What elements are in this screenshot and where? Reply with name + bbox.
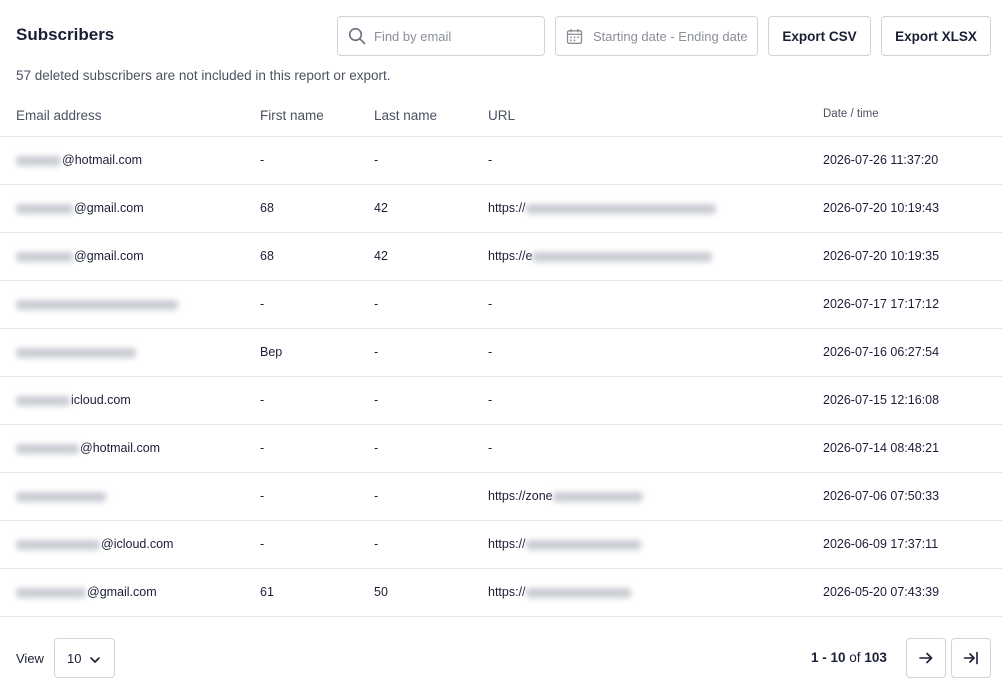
- first-name-cell: -: [260, 153, 265, 167]
- table-row[interactable]: @gmail.com 61 50 https:// 2026-05-20 07:…: [0, 569, 1002, 617]
- url-cell: https://zone: [488, 489, 644, 503]
- table-row[interactable]: @gmail.com 68 42 https:// 2026-07-20 10:…: [0, 185, 1002, 233]
- datetime-cell: 2026-07-26 11:37:20: [823, 153, 939, 167]
- email-cell: @gmail.com: [16, 201, 144, 215]
- first-name-cell: 68: [260, 201, 274, 215]
- last-name-cell: 42: [374, 249, 388, 263]
- table-row[interactable]: @hotmail.com - - - 2026-07-14 08:48:21: [0, 425, 1002, 473]
- first-name-cell: -: [260, 297, 265, 311]
- url-cell: https://: [488, 201, 717, 215]
- datetime-cell: 2026-07-14 08:48:21: [823, 441, 940, 455]
- column-header-datetime[interactable]: Date / time: [823, 108, 879, 120]
- page-header: Subscribers Starting date - Ending date …: [0, 0, 1002, 70]
- email-cell: @gmail.com: [16, 585, 157, 599]
- last-name-cell: -: [374, 393, 379, 407]
- url-cell: -: [488, 345, 493, 359]
- column-header-email[interactable]: Email address: [16, 108, 102, 123]
- table-row[interactable]: - - - 2026-07-17 17:17:12: [0, 281, 1002, 329]
- last-name-cell: -: [374, 489, 379, 503]
- table-row[interactable]: - - https://zone 2026-07-06 07:50:33: [0, 473, 1002, 521]
- next-page-button[interactable]: [906, 638, 946, 678]
- page-size-select[interactable]: 10: [54, 638, 115, 678]
- export-csv-button[interactable]: Export CSV: [768, 16, 871, 56]
- date-range-placeholder: Starting date - Ending date: [593, 29, 748, 44]
- last-page-button[interactable]: [951, 638, 991, 678]
- page-size-value: 10: [67, 651, 82, 666]
- table-header: Email address First name Last name URL D…: [0, 96, 1002, 137]
- last-name-cell: -: [374, 297, 379, 311]
- first-name-cell: -: [260, 393, 265, 407]
- url-cell: https://: [488, 585, 632, 599]
- email-search-input[interactable]: [374, 17, 539, 55]
- datetime-cell: 2026-05-20 07:43:39: [823, 585, 940, 599]
- page-title: Subscribers: [16, 25, 115, 44]
- email-cell: @hotmail.com: [16, 441, 160, 455]
- url-cell: https://: [488, 537, 642, 551]
- chevron-down-icon: [90, 657, 100, 663]
- table-row[interactable]: @gmail.com 68 42 https://e 2026-07-20 10…: [0, 233, 1002, 281]
- first-name-cell: Bep: [260, 345, 283, 359]
- email-cell: @hotmail.com: [16, 153, 142, 167]
- email-search-field[interactable]: [337, 16, 545, 56]
- email-cell: [16, 345, 137, 359]
- pagination-range: 1 - 10: [811, 650, 846, 665]
- table-row[interactable]: @hotmail.com - - - 2026-07-26 11:37:20: [0, 137, 1002, 185]
- first-name-cell: -: [260, 489, 265, 503]
- url-cell: https://e: [488, 249, 713, 263]
- deleted-subscribers-note: 57 deleted subscribers are not included …: [16, 68, 391, 83]
- datetime-cell: 2026-07-20 10:19:35: [823, 249, 940, 263]
- datetime-cell: 2026-07-16 06:27:54: [823, 345, 940, 359]
- last-name-cell: -: [374, 441, 379, 455]
- column-header-first-name[interactable]: First name: [260, 108, 324, 123]
- pagination-of: of: [849, 650, 861, 665]
- pagination-summary: 1 - 10 of 103: [811, 650, 887, 665]
- pagination-total: 103: [864, 650, 887, 665]
- first-name-cell: -: [260, 441, 265, 455]
- first-name-cell: 61: [260, 585, 274, 599]
- calendar-icon: [566, 29, 583, 44]
- table-row[interactable]: Bep - - 2026-07-16 06:27:54: [0, 329, 1002, 377]
- arrow-right-to-line-icon: [963, 651, 978, 665]
- datetime-cell: 2026-07-17 17:17:12: [823, 297, 940, 311]
- email-cell: icloud.com: [16, 393, 131, 407]
- column-header-url[interactable]: URL: [488, 108, 515, 123]
- table-footer: View 10 1 - 10 of 103: [0, 618, 1002, 696]
- datetime-cell: 2026-07-06 07:50:33: [823, 489, 940, 503]
- date-range-picker[interactable]: Starting date - Ending date: [555, 16, 758, 56]
- last-name-cell: -: [374, 345, 379, 359]
- email-cell: @icloud.com: [16, 537, 173, 551]
- column-header-last-name[interactable]: Last name: [374, 108, 437, 123]
- datetime-cell: 2026-07-15 12:16:08: [823, 393, 940, 407]
- page-size-label: View: [16, 651, 44, 666]
- last-name-cell: 50: [374, 585, 388, 599]
- email-cell: [16, 297, 179, 311]
- last-name-cell: -: [374, 537, 379, 551]
- url-cell: -: [488, 297, 493, 311]
- datetime-cell: 2026-06-09 17:37:11: [823, 537, 939, 551]
- email-cell: [16, 489, 107, 503]
- first-name-cell: -: [260, 537, 265, 551]
- last-name-cell: -: [374, 153, 379, 167]
- url-cell: -: [488, 153, 493, 167]
- url-cell: -: [488, 441, 493, 455]
- arrow-right-icon: [919, 652, 933, 664]
- datetime-cell: 2026-07-20 10:19:43: [823, 201, 940, 215]
- last-name-cell: 42: [374, 201, 388, 215]
- table-row[interactable]: @icloud.com - - https:// 2026-06-09 17:3…: [0, 521, 1002, 569]
- table-row[interactable]: icloud.com - - - 2026-07-15 12:16:08: [0, 377, 1002, 425]
- email-cell: @gmail.com: [16, 249, 144, 263]
- subscribers-table-body: @hotmail.com - - - 2026-07-26 11:37:20 @…: [0, 137, 1002, 617]
- search-icon: [348, 27, 366, 45]
- export-xlsx-button[interactable]: Export XLSX: [881, 16, 991, 56]
- url-cell: -: [488, 393, 493, 407]
- first-name-cell: 68: [260, 249, 274, 263]
